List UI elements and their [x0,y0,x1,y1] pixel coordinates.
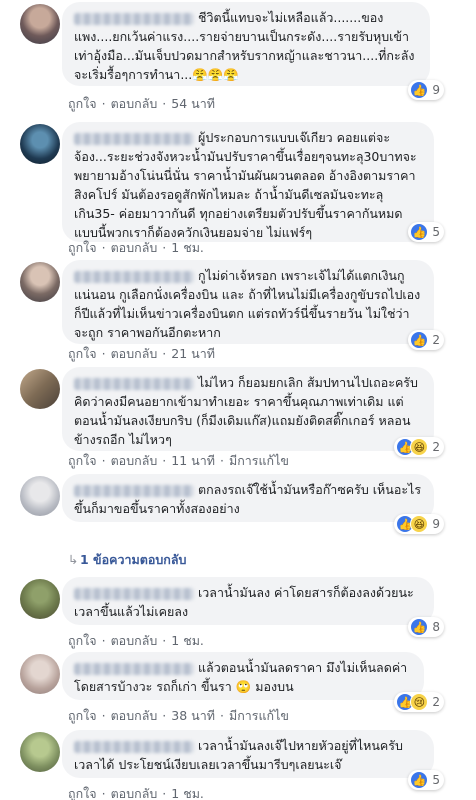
separator-dot: · [101,346,106,361]
commenter-name[interactable]: name [74,740,194,753]
like-reaction-icon: 👍 [410,223,429,241]
like-link[interactable]: ถูกใจ [68,344,97,364]
reaction-count: 8 [432,620,440,634]
reaction-summary[interactable]: 👍 5 [408,222,444,242]
reply-link[interactable]: ตอบกลับ [111,451,158,471]
avatar[interactable] [20,579,60,619]
avatar[interactable] [20,4,60,44]
like-link[interactable]: ถูกใจ [68,784,97,800]
reply-link[interactable]: ตอบกลับ [111,706,158,726]
like-reaction-icon: 👍 [410,331,429,349]
comment-bubble: nameชีวิตนี้แทบจะไม่เหลือแล้ว.......ของแ… [62,2,430,86]
comment-bubble: nameตกลงรถเจ๊ใช้น้ำมันหรือก๊าซครับ เห็นอ… [62,474,434,522]
separator-dot: · [101,708,106,723]
avatar[interactable] [20,732,60,772]
comment-actions: ถูกใจ · ตอบกลับ · 1 ชม. [68,784,204,800]
reply-link[interactable]: ตอบกลับ [111,784,158,800]
reaction-count: 2 [432,695,440,709]
separator-dot: · [162,96,167,111]
comment-actions: ถูกใจ · ตอบกลับ · 1 ชม. [68,238,204,258]
avatar[interactable] [20,476,60,516]
separator-dot: · [162,786,167,800]
separator-dot: · [101,453,106,468]
edited-label[interactable]: มีการแก้ไข [229,706,289,726]
like-reaction-icon: 👍 [410,81,429,99]
reaction-count: 5 [432,225,440,239]
reply-link[interactable]: ตอบกลับ [111,631,158,651]
reaction-summary[interactable]: 👍 9 [408,80,444,100]
comment-actions: ถูกใจ · ตอบกลับ · 54 นาที [68,94,215,114]
comment-timestamp[interactable]: 38 นาที [171,706,215,726]
comment-bubble: nameกูไม่ด่าเจ้หรอก เพราะเจ้ไม่ได้แตกเงิ… [62,260,434,344]
commenter-name[interactable]: name [74,132,194,145]
comment-actions: ถูกใจ · ตอบกลับ · 21 นาที [68,344,215,364]
comment-bubble: nameแล้วตอนน้ำมันลดราคา มึงไม่เห็นลดค่าโ… [62,652,424,700]
reaction-count: 2 [432,333,440,347]
avatar[interactable] [20,124,60,164]
comment-bubble: nameไม่ไหว ก็ยอมยกเลิก ส้มปทานไปเถอะครับ… [62,367,434,451]
avatar[interactable] [20,654,60,694]
sad-reaction-icon: 😢 [410,693,429,711]
reaction-count: 2 [432,440,440,454]
reaction-count: 5 [432,773,440,787]
commenter-name[interactable]: name [74,377,194,390]
reaction-summary[interactable]: 👍 8 [408,617,444,637]
reaction-summary[interactable]: 👍 😢 2 [394,692,444,712]
comment-timestamp[interactable]: 1 ชม. [171,784,204,800]
comment-bubble: nameเวลาน้ำมันลงเจ๊ไปหายหัวอยู่ที่ไหนครั… [62,730,434,778]
like-reaction-icon: 👍 [410,618,429,636]
reaction-summary[interactable]: 👍 😆 9 [394,514,444,534]
reaction-summary[interactable]: 👍 😆 2 [394,437,444,457]
reaction-count: 9 [432,517,440,531]
separator-dot: · [101,633,106,648]
like-link[interactable]: ถูกใจ [68,94,97,114]
avatar[interactable] [20,262,60,302]
reply-link[interactable]: ตอบกลับ [111,238,158,258]
reaction-count: 9 [432,83,440,97]
commenter-name[interactable]: name [74,587,194,600]
separator-dot: · [162,633,167,648]
reply-link[interactable]: ตอบกลับ [111,344,158,364]
comment-timestamp[interactable]: 1 ชม. [171,238,204,258]
separator-dot: · [101,786,106,800]
comment-actions: ถูกใจ · ตอบกลับ · 11 นาที · มีการแก้ไข [68,451,289,471]
separator-dot: · [162,240,167,255]
like-reaction-icon: 👍 [410,771,429,789]
like-link[interactable]: ถูกใจ [68,706,97,726]
comment-bubble: nameผู้ประกอบการแบบเจ๊เกียว คอยแต่จะจ้อง… [62,122,434,242]
commenter-name[interactable]: name [74,270,194,283]
like-link[interactable]: ถูกใจ [68,631,97,651]
commenter-name[interactable]: name [74,662,194,675]
separator-dot: · [101,96,106,111]
reaction-summary[interactable]: 👍 5 [408,770,444,790]
comment-bubble: nameเวลาน้ำมันลง ค่าโดยสารก็ต้องลงด้วยนะ… [62,577,434,625]
like-link[interactable]: ถูกใจ [68,451,97,471]
haha-reaction-icon: 😆 [410,515,429,533]
separator-dot: · [162,708,167,723]
comment-text: ผู้ประกอบการแบบเจ๊เกียว คอยแต่จะจ้อง...ร… [74,130,417,240]
separator-dot: · [101,240,106,255]
comment-timestamp[interactable]: 11 นาที [171,451,215,471]
reply-arrow-icon: ↳ [68,552,79,567]
separator-dot: · [162,346,167,361]
comment-timestamp[interactable]: 54 นาที [171,94,215,114]
comment-timestamp[interactable]: 21 นาที [171,344,215,364]
separator-dot: · [219,708,224,723]
haha-reaction-icon: 😆 [410,438,429,456]
edited-label[interactable]: มีการแก้ไข [229,451,289,471]
avatar[interactable] [20,369,60,409]
comment-actions: ถูกใจ · ตอบกลับ · 1 ชม. [68,631,204,651]
separator-dot: · [162,453,167,468]
separator-dot: · [219,453,224,468]
commenter-name[interactable]: name [74,484,194,497]
comment-actions: ถูกใจ · ตอบกลับ · 38 นาที · มีการแก้ไข [68,706,289,726]
like-link[interactable]: ถูกใจ [68,238,97,258]
reaction-summary[interactable]: 👍 2 [408,330,444,350]
commenter-name[interactable]: name [74,12,194,25]
reply-count-label: 1 ข้อความตอบกลับ [80,552,187,567]
view-replies-link[interactable]: ↳ 1 ข้อความตอบกลับ [68,550,186,570]
comment-timestamp[interactable]: 1 ชม. [171,631,204,651]
reply-link[interactable]: ตอบกลับ [111,94,158,114]
